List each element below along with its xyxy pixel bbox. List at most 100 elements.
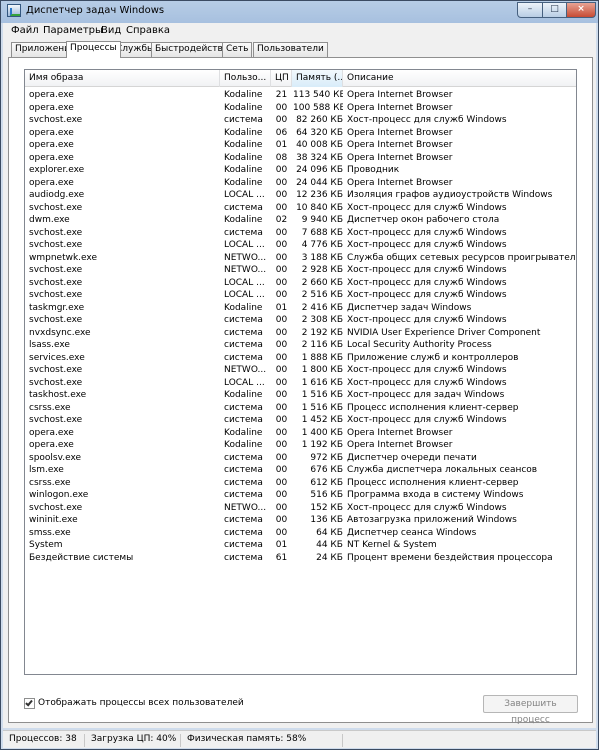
process-row[interactable]: lsm.exe система 00 676 КБ Служба диспетчера … bbox=[25, 464, 576, 477]
process-user: LOCAL ... bbox=[224, 240, 265, 250]
column-header-user[interactable]: Пользо... bbox=[220, 70, 271, 87]
process-memory: 136 КБ bbox=[310, 515, 343, 525]
process-row[interactable]: svchost.exe LOCAL ... 00 1 616 КБ Хост-проце… bbox=[25, 377, 576, 390]
process-row[interactable]: svchost.exe NETWO... 00 152 КБ Хост-процесс … bbox=[25, 502, 576, 515]
tab-users[interactable]: Пользователи bbox=[253, 42, 328, 57]
process-name: smss.exe bbox=[29, 527, 71, 538]
process-cpu: 00 bbox=[275, 390, 288, 400]
process-description: Диспетчер окон рабочего стола bbox=[347, 215, 500, 225]
process-row[interactable]: taskhost.exe Kodaline 00 1 516 КБ Хост-проце… bbox=[25, 389, 576, 402]
process-row[interactable]: opera.exe Kodaline 00 100 588 КБ Opera Inter… bbox=[25, 102, 576, 115]
process-row[interactable]: explorer.exe Kodaline 00 24 096 КБ Проводник bbox=[25, 164, 576, 177]
column-header-memory[interactable]: Память (... bbox=[292, 70, 343, 87]
process-cpu: 08 bbox=[275, 152, 288, 163]
process-row[interactable]: dwm.exe Kodaline 02 9 940 КБ Диспетчер окон … bbox=[25, 214, 576, 227]
process-user: LOCAL ... bbox=[224, 290, 265, 300]
minimize-button[interactable]: – bbox=[517, 2, 543, 18]
process-row[interactable]: opera.exe Kodaline 01 40 008 КБ Opera Intern… bbox=[25, 139, 576, 152]
process-row[interactable]: svchost.exe LOCAL ... 00 2 516 КБ Хост-проце… bbox=[25, 289, 576, 302]
tab-processes[interactable]: Процессы bbox=[66, 41, 121, 58]
process-row[interactable]: smss.exe система 00 64 КБ Диспетчер сеанса W… bbox=[25, 527, 576, 540]
process-description: Opera Internet Browser bbox=[347, 140, 453, 150]
process-memory: 82 260 КБ bbox=[296, 115, 343, 125]
process-row[interactable]: opera.exe Kodaline 00 24 044 КБ Opera Intern… bbox=[25, 177, 576, 190]
process-description: Диспетчер задач Windows bbox=[347, 302, 472, 313]
process-row[interactable]: opera.exe Kodaline 08 38 324 КБ Opera Intern… bbox=[25, 152, 576, 165]
process-row[interactable]: opera.exe Kodaline 00 1 192 КБ Opera Interne… bbox=[25, 439, 576, 452]
process-user: LOCAL ... bbox=[224, 277, 265, 288]
end-process-button[interactable]: Завершить процесс bbox=[483, 695, 578, 725]
process-row[interactable]: svchost.exe система 00 7 688 КБ Хост-процесс… bbox=[25, 227, 576, 240]
process-memory: 24 044 КБ bbox=[296, 177, 343, 188]
process-user: система bbox=[224, 315, 263, 325]
process-cpu: 00 bbox=[275, 377, 288, 388]
column-header-cpu[interactable]: ЦП bbox=[271, 70, 292, 87]
process-row[interactable]: svchost.exe система 00 1 452 КБ Хост-процесс… bbox=[25, 414, 576, 427]
process-row[interactable]: svchost.exe NETWO... 00 1 800 КБ Хост-процес… bbox=[25, 364, 576, 377]
menu-file[interactable]: Файл bbox=[11, 25, 39, 36]
process-row[interactable]: wmpnetwk.exe NETWO... 00 3 188 КБ Служба общ… bbox=[25, 252, 576, 265]
process-user: NETWO... bbox=[224, 502, 267, 513]
process-description: Хост-процесс для служб Windows bbox=[347, 502, 507, 513]
process-list[interactable]: Имя образа Пользо... ЦП Память (... Опис… bbox=[24, 69, 577, 675]
process-row[interactable]: svchost.exe NETWO... 00 2 928 КБ Хост-процес… bbox=[25, 264, 576, 277]
menu-options[interactable]: Параметры bbox=[43, 25, 103, 36]
process-cpu: 00 bbox=[275, 427, 288, 438]
process-cpu: 00 bbox=[275, 202, 288, 213]
process-row[interactable]: opera.exe Kodaline 21 113 540 КБ Opera Inter… bbox=[25, 89, 576, 102]
process-row[interactable]: System система 01 44 КБ NT Kernel & System bbox=[25, 539, 576, 552]
process-user: система bbox=[224, 327, 263, 338]
process-cpu: 00 bbox=[275, 465, 288, 475]
process-name: opera.exe bbox=[29, 102, 74, 113]
process-row[interactable]: Бездействие системы система 61 24 КБ Процент… bbox=[25, 552, 576, 565]
process-row[interactable]: services.exe система 00 1 888 КБ Приложение … bbox=[25, 352, 576, 365]
process-row[interactable]: winlogon.exe система 00 516 КБ Программа вхо… bbox=[25, 489, 576, 502]
tab-network[interactable]: Сеть bbox=[222, 42, 253, 57]
maximize-button[interactable]: □ bbox=[542, 2, 567, 18]
menu-help[interactable]: Справка bbox=[126, 25, 170, 36]
process-row[interactable]: csrss.exe система 00 1 516 КБ Процесс исполн… bbox=[25, 402, 576, 415]
close-button[interactable]: × bbox=[566, 2, 596, 18]
process-user: система bbox=[224, 540, 263, 550]
process-name: csrss.exe bbox=[29, 477, 71, 488]
process-row[interactable]: opera.exe Kodaline 00 1 400 КБ Opera Interne… bbox=[25, 427, 576, 440]
process-cpu: 00 bbox=[275, 415, 288, 425]
process-user: Kodaline bbox=[224, 127, 263, 138]
process-row[interactable]: lsass.exe система 00 2 116 КБ Local Security… bbox=[25, 339, 576, 352]
process-row[interactable]: taskmgr.exe Kodaline 01 2 416 КБ Диспетчер з… bbox=[25, 302, 576, 315]
process-cpu: 00 bbox=[275, 477, 288, 488]
process-memory: 2 928 КБ bbox=[301, 265, 343, 275]
process-row[interactable]: svchost.exe LOCAL ... 00 2 660 КБ Хост-проце… bbox=[25, 277, 576, 290]
process-user: Kodaline bbox=[224, 427, 263, 438]
menu-view[interactable]: Вид bbox=[101, 25, 121, 36]
process-user: система bbox=[224, 552, 263, 563]
process-row[interactable]: audiodg.exe LOCAL ... 00 12 236 КБ Изоляция … bbox=[25, 189, 576, 202]
process-row[interactable]: wininit.exe система 00 136 КБ Автозагрузка п… bbox=[25, 514, 576, 527]
process-row[interactable]: svchost.exe система 00 82 260 КБ Хост-процес… bbox=[25, 114, 576, 127]
process-name: svchost.exe bbox=[29, 240, 83, 250]
process-row[interactable]: nvxdsync.exe система 00 2 192 КБ NVIDIA User… bbox=[25, 327, 576, 340]
process-memory: 1 516 КБ bbox=[301, 402, 343, 413]
column-header-description[interactable]: Описание bbox=[343, 70, 576, 87]
process-row[interactable]: spoolsv.exe система 00 972 КБ Диспетчер очер… bbox=[25, 452, 576, 465]
process-user: Kodaline bbox=[224, 440, 263, 450]
process-row[interactable]: svchost.exe система 00 10 840 КБ Хост-процес… bbox=[25, 202, 576, 215]
process-name: opera.exe bbox=[29, 90, 74, 100]
process-row[interactable]: svchost.exe система 00 2 308 КБ Хост-процесс… bbox=[25, 314, 576, 327]
process-row[interactable]: svchost.exe LOCAL ... 00 4 776 КБ Хост-проце… bbox=[25, 239, 576, 252]
show-all-users-checkbox[interactable] bbox=[24, 698, 35, 709]
process-description: NT Kernel & System bbox=[347, 540, 437, 550]
process-name: wininit.exe bbox=[29, 515, 78, 525]
process-name: opera.exe bbox=[29, 127, 74, 138]
show-all-users-label[interactable]: Отображать процессы всех пользователей bbox=[38, 698, 244, 708]
process-description: Local Security Authority Process bbox=[347, 340, 492, 350]
process-description: Процент времени бездействия процессора bbox=[347, 552, 553, 563]
process-cpu: 00 bbox=[275, 265, 288, 275]
process-row[interactable]: opera.exe Kodaline 06 64 320 КБ Opera Intern… bbox=[25, 127, 576, 140]
process-description: Opera Internet Browser bbox=[347, 177, 453, 188]
process-user: система bbox=[224, 115, 263, 125]
title-bar[interactable]: Диспетчер задач Windows – □ × bbox=[1, 1, 598, 22]
process-name: svchost.exe bbox=[29, 115, 83, 125]
column-header-image-name[interactable]: Имя образа bbox=[25, 70, 220, 87]
process-row[interactable]: csrss.exe система 00 612 КБ Процесс исполнен… bbox=[25, 477, 576, 490]
